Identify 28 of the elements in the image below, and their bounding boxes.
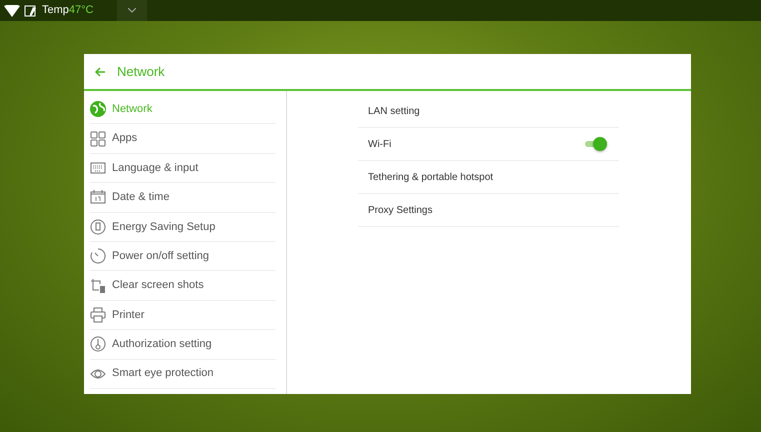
temperature-value: 47°C (68, 3, 94, 18)
key-circle-icon (90, 336, 106, 352)
page-title: Network (117, 62, 165, 81)
sidebar-item[interactable]: Smart eye protection (90, 360, 276, 389)
sidebar-item[interactable]: Power on/off setting (90, 242, 276, 272)
keyboard-icon (90, 160, 106, 176)
sidebar-item[interactable]: Authorization setting (90, 330, 276, 360)
sidebar-item[interactable]: Energy Saving Setup (90, 212, 276, 242)
calendar-icon (90, 189, 106, 206)
settings-row[interactable]: Tethering & portable hotspot (358, 161, 619, 194)
back-arrow-icon[interactable] (95, 66, 105, 76)
sidebar-item[interactable]: Language & input (90, 154, 276, 184)
settings-row[interactable]: LAN setting (358, 95, 619, 128)
crop-trash-icon (90, 278, 106, 294)
timer-icon (90, 248, 106, 264)
setting-label: Wi-Fi (368, 138, 392, 152)
toggle-switch[interactable] (585, 137, 607, 151)
wifi-icon (4, 4, 20, 16)
chevron-down-icon (128, 8, 136, 13)
printer-icon (90, 306, 106, 323)
temperature-label: Temp (42, 3, 69, 18)
sidebar-item[interactable]: Printer (90, 300, 276, 330)
sidebar-item[interactable]: Apps (90, 124, 276, 154)
grid-icon (90, 130, 106, 147)
sidebar-item[interactable]: Clear screen shots (90, 271, 276, 301)
settings-row[interactable]: Proxy Settings (358, 194, 619, 227)
sidebar-item[interactable]: Date & time (90, 183, 276, 213)
battery-circle-icon (90, 218, 106, 235)
